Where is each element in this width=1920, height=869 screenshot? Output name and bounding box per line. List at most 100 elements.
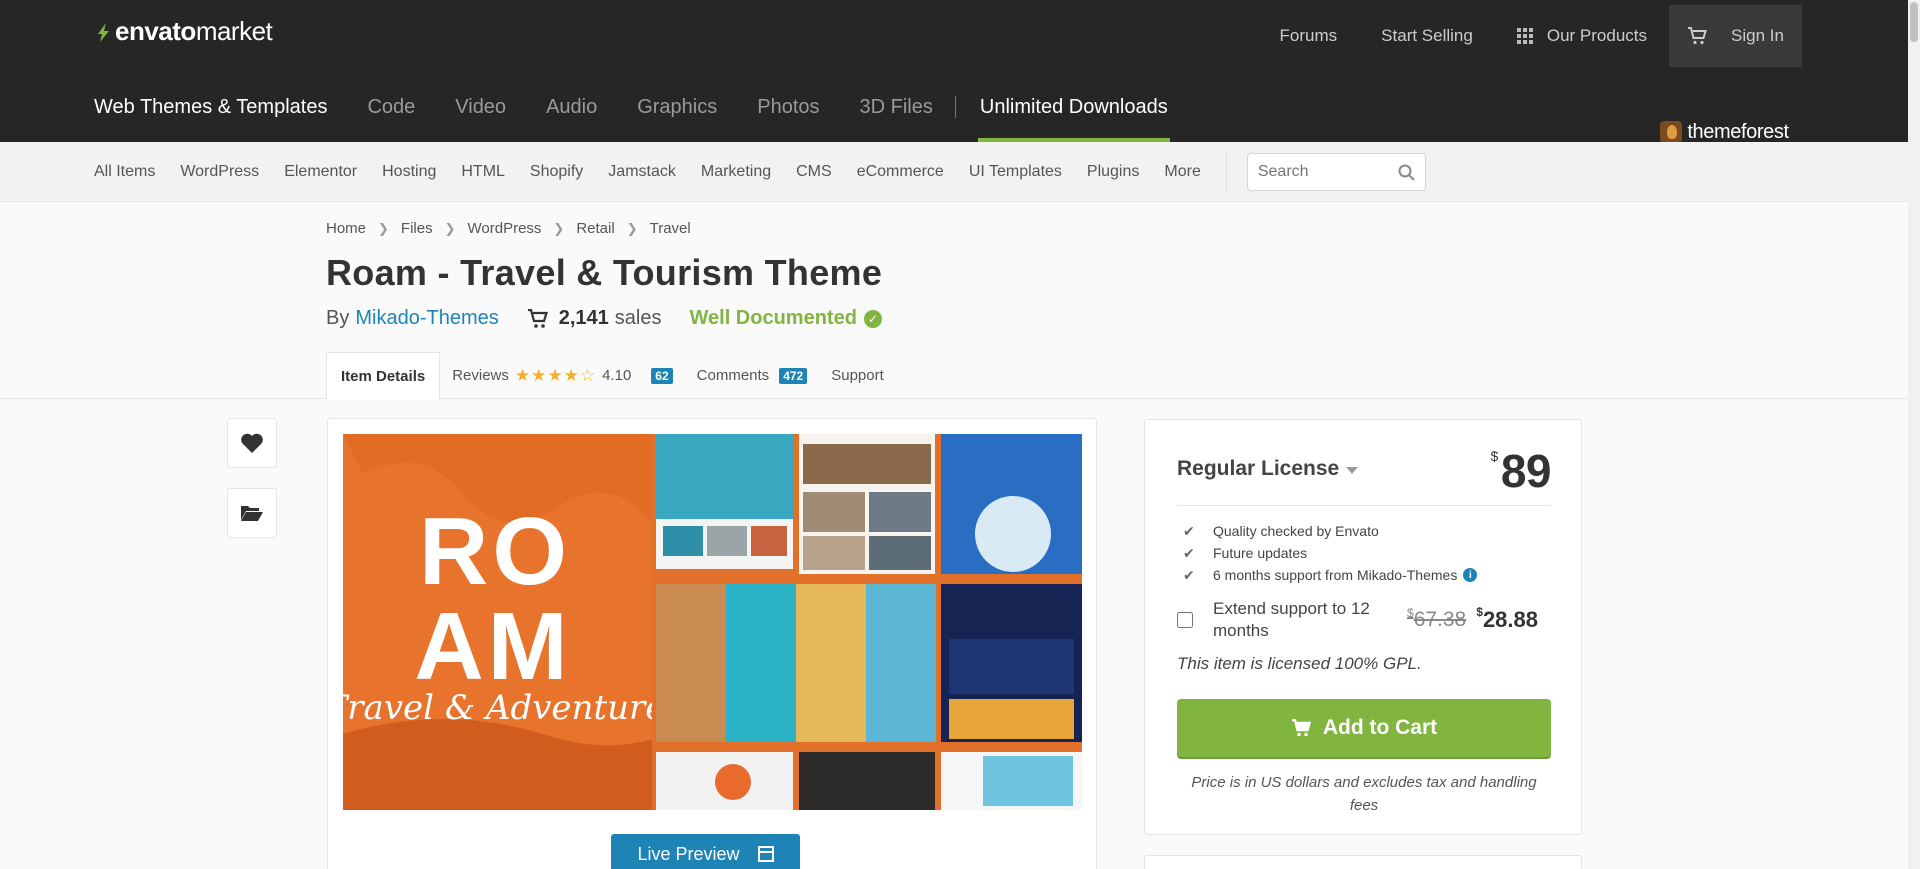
breadcrumb-files[interactable]: Files (401, 220, 433, 237)
caret-down-icon (1346, 466, 1359, 474)
chevron-right-icon: ❯ (378, 220, 389, 236)
info-icon[interactable]: i (1463, 568, 1478, 582)
item-header: Home ❯ Files ❯ WordPress ❯ Retail ❯ Trav… (0, 203, 1908, 400)
scrollbar-thumb[interactable] (1910, 2, 1918, 42)
chevron-right-icon: ❯ (444, 220, 456, 236)
subnav-elementor[interactable]: Elementor (284, 163, 357, 181)
cart-icon[interactable] (1687, 27, 1707, 45)
cover-line-2: AM (414, 593, 571, 700)
breadcrumb-home[interactable]: Home (326, 220, 366, 237)
page-scrollbar[interactable] (1908, 0, 1920, 869)
subnav-marketing[interactable]: Marketing (701, 163, 771, 181)
check-icon: ✔ (1183, 566, 1195, 583)
forums-link[interactable]: Forums (1280, 26, 1338, 46)
breadcrumb: Home ❯ Files ❯ WordPress ❯ Retail ❯ Trav… (326, 220, 691, 237)
feature-label: Quality checked by Envato (1213, 523, 1379, 539)
subnav-jamstack[interactable]: Jamstack (608, 163, 676, 181)
license-header: Regular License $89 (1177, 444, 1552, 506)
comments-count-badge: 472 (779, 367, 808, 384)
category-3d-files[interactable]: 3D Files (860, 96, 933, 142)
search-box (1246, 153, 1426, 191)
extend-support-checkbox[interactable] (1177, 612, 1193, 628)
preview-window-icon (757, 846, 774, 862)
search-icon[interactable] (1398, 164, 1415, 181)
price-value: 89 (1500, 445, 1552, 497)
theme-preview-image[interactable]: RO AM Travel & Adventure (343, 434, 1082, 810)
cover-line-1: RO (419, 498, 571, 605)
secondary-panel (1144, 855, 1582, 869)
add-to-collection-button[interactable] (227, 488, 277, 538)
subnav-wordpress[interactable]: WordPress (180, 163, 259, 181)
envato-market-logo[interactable]: envato market (94, 16, 273, 47)
category-divider (954, 96, 956, 118)
our-products-link[interactable]: Our Products (1516, 26, 1647, 46)
category-unlimited-downloads[interactable]: Unlimited Downloads (977, 96, 1170, 142)
our-products-label: Our Products (1546, 26, 1647, 45)
extend-support-row: Extend support to 12 months $67.38 $28.8… (1177, 598, 1551, 642)
favorite-button[interactable] (227, 418, 277, 468)
breadcrumb-wordpress[interactable]: WordPress (468, 220, 542, 237)
subnav-divider (1225, 153, 1227, 191)
category-web-themes[interactable]: Web Themes & Templates (94, 96, 327, 142)
cart-icon (1291, 719, 1311, 737)
subnav-more[interactable]: More (1164, 163, 1200, 181)
breadcrumb-retail[interactable]: Retail (576, 220, 614, 237)
cart-icon (527, 308, 548, 328)
category-video[interactable]: Video (455, 96, 506, 142)
gpl-note: This item is licensed 100% GPL. (1177, 654, 1422, 673)
subnav-all-items[interactable]: All Items (94, 163, 155, 181)
tab-comments[interactable]: Comments 472 (685, 352, 820, 399)
new-price-value: 28.88 (1482, 607, 1538, 632)
tab-item-details[interactable]: Item Details (326, 352, 441, 400)
subnav-plugins[interactable]: Plugins (1087, 163, 1139, 181)
well-documented-label: Well Documented (689, 307, 857, 329)
sign-in-area[interactable]: Sign In (1669, 5, 1802, 67)
license-price: $89 (1491, 444, 1552, 498)
cover-script: Travel & Adventure (343, 688, 665, 728)
subnav-html[interactable]: HTML (461, 163, 505, 181)
add-to-cart-button[interactable]: Add to Cart (1177, 699, 1551, 757)
top-header: envato market Forums Start Selling Our Pr… (0, 0, 1908, 142)
sign-in-link[interactable]: Sign In (1731, 26, 1784, 46)
license-features: ✔ Quality checked by Envato ✔ Future upd… (1183, 520, 1478, 586)
license-selector[interactable]: Regular License (1177, 457, 1359, 481)
search-input[interactable] (1257, 163, 1388, 181)
envato-leaf-icon (98, 22, 109, 42)
folder-open-icon (241, 506, 263, 521)
check-circle-icon: ✓ (863, 309, 882, 328)
breadcrumb-travel[interactable]: Travel (650, 220, 691, 237)
author-link[interactable]: Mikado-Themes (355, 307, 498, 330)
category-audio[interactable]: Audio (546, 96, 597, 142)
feature-item: ✔ Quality checked by Envato (1183, 520, 1477, 542)
tab-reviews[interactable]: Reviews ★★★★☆ 4.10 62 (440, 352, 684, 399)
category-nav: Web Themes & Templates Code Video Audio … (94, 96, 1210, 142)
check-icon: ✔ (1183, 522, 1195, 539)
check-icon: ✔ (1183, 544, 1195, 561)
preview-collage: RO AM Travel & Adventure (343, 434, 1082, 810)
extend-support-label[interactable]: Extend support to 12 months (1213, 598, 1393, 642)
add-to-cart-label: Add to Cart (1322, 716, 1438, 739)
subnav-cms[interactable]: CMS (796, 163, 832, 181)
subnav-ui-templates[interactable]: UI Templates (969, 163, 1062, 181)
category-graphics[interactable]: Graphics (637, 96, 717, 142)
feature-item: ✔ Future updates (1183, 542, 1477, 564)
logo-prefix: envato (115, 16, 196, 46)
themeforest-icon (1660, 121, 1683, 143)
tab-item-details-label: Item Details (341, 367, 426, 385)
purchase-panel: Regular License $89 ✔ Quality checked by… (1144, 419, 1582, 835)
top-links: Forums Start Selling Our Products Sign I… (1236, 0, 1802, 72)
old-price-value: 67.38 (1413, 608, 1467, 631)
subnav-hosting[interactable]: Hosting (382, 163, 436, 181)
category-photos[interactable]: Photos (757, 96, 819, 142)
item-tabs: Item Details Reviews ★★★★☆ 4.10 62 Comme… (326, 352, 896, 400)
subnav-ecommerce[interactable]: eCommerce (857, 163, 944, 181)
tab-support[interactable]: Support (819, 352, 896, 399)
logo-suffix: market (195, 16, 273, 46)
category-code[interactable]: Code (367, 96, 415, 142)
sales-label: sales (614, 307, 662, 329)
subnav-shopify[interactable]: Shopify (530, 163, 583, 181)
sub-nav: All Items WordPress Elementor Hosting HT… (0, 142, 1908, 202)
chevron-right-icon: ❯ (626, 220, 638, 236)
start-selling-link[interactable]: Start Selling (1381, 26, 1473, 46)
live-preview-button[interactable]: Live Preview (611, 834, 800, 869)
